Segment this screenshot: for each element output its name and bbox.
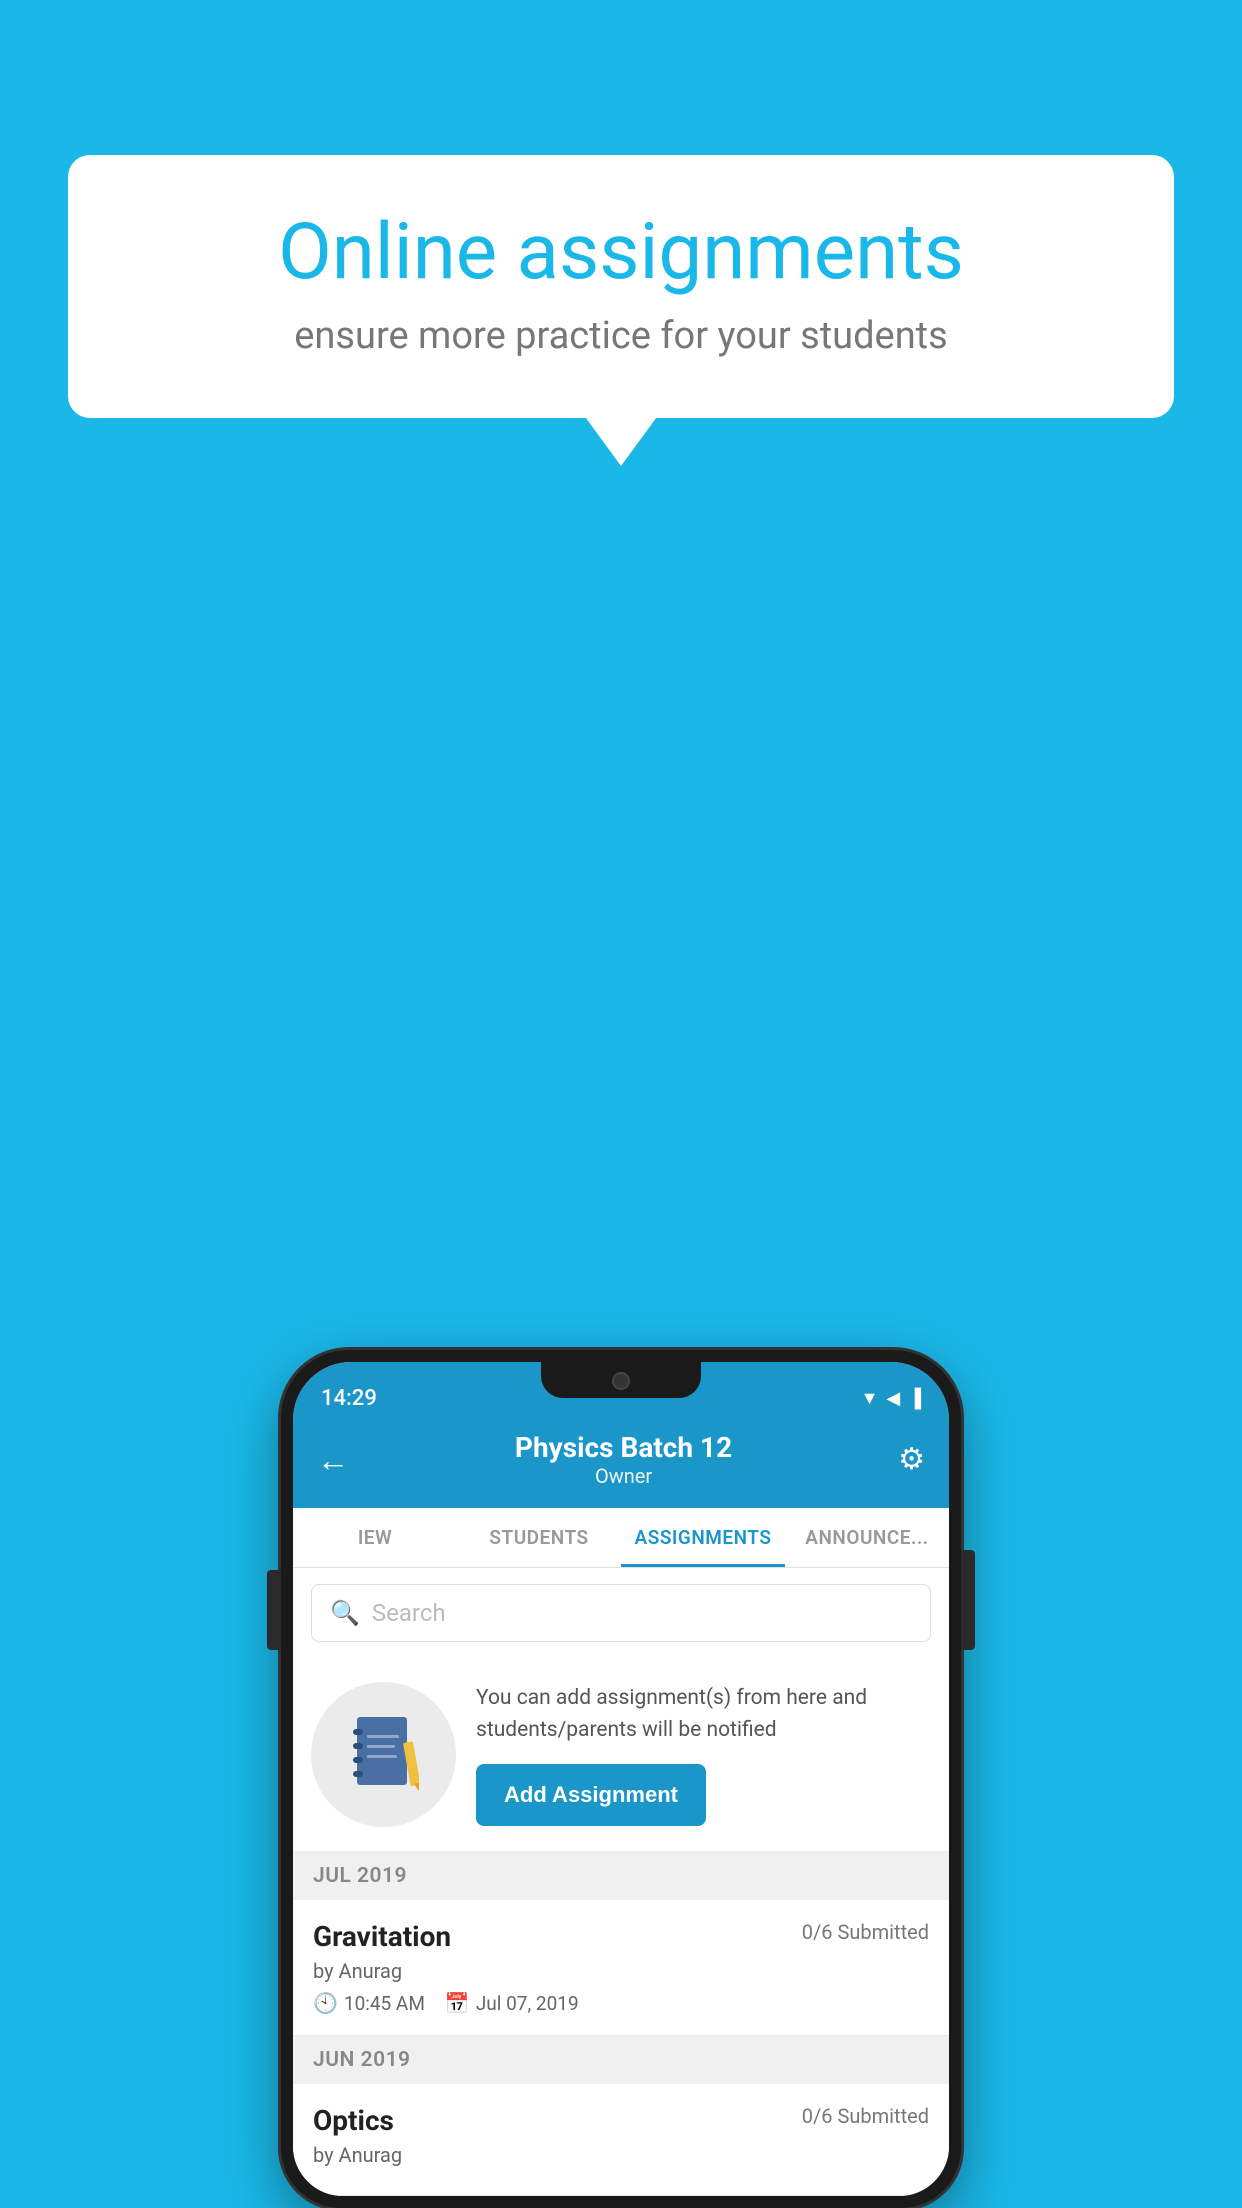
back-button[interactable]: ← xyxy=(317,1441,349,1479)
bubble-subtitle: ensure more practice for your students xyxy=(133,314,1109,358)
speech-bubble-area: Online assignments ensure more practice … xyxy=(68,155,1174,418)
info-section: You can add assignment(s) from here and … xyxy=(293,1658,949,1852)
tab-assignments[interactable]: ASSIGNMENTS xyxy=(621,1508,785,1567)
clock-icon: 🕙 xyxy=(313,1991,338,2015)
wifi-icon: ▼ xyxy=(861,1388,879,1409)
assignment-name-gravitation: Gravitation xyxy=(313,1920,451,1953)
tab-iew[interactable]: IEW xyxy=(293,1508,457,1567)
status-icons: ▼ ◀ ▐ xyxy=(861,1388,921,1409)
header-title: Physics Batch 12 xyxy=(349,1431,898,1464)
assignment-item-optics[interactable]: Optics 0/6 Submitted by Anurag xyxy=(293,2084,949,2196)
tabs-bar: IEW STUDENTS ASSIGNMENTS ANNOUNCE... xyxy=(293,1508,949,1568)
notebook-svg-icon xyxy=(349,1713,419,1797)
content-area: 🔍 Search xyxy=(293,1568,949,2196)
add-assignment-button[interactable]: Add Assignment xyxy=(476,1764,706,1826)
tab-announcements[interactable]: ANNOUNCE... xyxy=(785,1508,949,1567)
assignment-by-optics: by Anurag xyxy=(313,2143,929,2167)
assignment-date-gravitation: 📅 Jul 07, 2019 xyxy=(445,1991,579,2015)
assignment-submitted-optics: 0/6 Submitted xyxy=(802,2104,929,2128)
month-jun-2019: JUN 2019 xyxy=(293,2036,949,2084)
search-placeholder: Search xyxy=(372,1599,446,1627)
info-right: You can add assignment(s) from here and … xyxy=(476,1683,931,1826)
search-icon: 🔍 xyxy=(330,1599,360,1627)
app-header: ← Physics Batch 12 Owner ⚙ xyxy=(293,1417,949,1508)
camera-notch xyxy=(612,1372,630,1390)
month-jul-2019: JUL 2019 xyxy=(293,1852,949,1900)
header-subtitle: Owner xyxy=(349,1464,898,1488)
assignment-icon-circle xyxy=(311,1682,456,1827)
phone-screen: 14:29 ▼ ◀ ▐ ← Physics Batch 12 Owner ⚙ I… xyxy=(293,1362,949,2196)
phone-notch xyxy=(541,1362,701,1398)
phone-wrapper: 14:29 ▼ ◀ ▐ ← Physics Batch 12 Owner ⚙ I… xyxy=(281,1350,961,2208)
info-description: You can add assignment(s) from here and … xyxy=(476,1683,931,1746)
assignment-by-gravitation: by Anurag xyxy=(313,1959,929,1983)
search-container: 🔍 Search xyxy=(293,1568,949,1658)
search-bar[interactable]: 🔍 Search xyxy=(311,1584,931,1642)
assignment-time-gravitation: 🕙 10:45 AM xyxy=(313,1991,425,2015)
settings-button[interactable]: ⚙ xyxy=(898,1442,925,1477)
assignment-item-header: Gravitation 0/6 Submitted xyxy=(313,1920,929,1953)
calendar-icon: 📅 xyxy=(445,1991,470,2015)
phone-outer: 14:29 ▼ ◀ ▐ ← Physics Batch 12 Owner ⚙ I… xyxy=(281,1350,961,2208)
bubble-title: Online assignments xyxy=(133,210,1109,296)
assignment-name-optics: Optics xyxy=(313,2104,394,2137)
assignment-meta-gravitation: 🕙 10:45 AM 📅 Jul 07, 2019 xyxy=(313,1991,929,2015)
speech-bubble: Online assignments ensure more practice … xyxy=(68,155,1174,418)
tab-students[interactable]: STUDENTS xyxy=(457,1508,621,1567)
signal-icon: ◀ xyxy=(886,1388,900,1409)
battery-icon: ▐ xyxy=(908,1388,921,1409)
header-center: Physics Batch 12 Owner xyxy=(349,1431,898,1488)
assignment-submitted-gravitation: 0/6 Submitted xyxy=(802,1920,929,1944)
assignment-item-gravitation[interactable]: Gravitation 0/6 Submitted by Anurag 🕙 10… xyxy=(293,1900,949,2036)
assignment-item-header-optics: Optics 0/6 Submitted xyxy=(313,2104,929,2137)
status-time: 14:29 xyxy=(321,1386,377,1411)
